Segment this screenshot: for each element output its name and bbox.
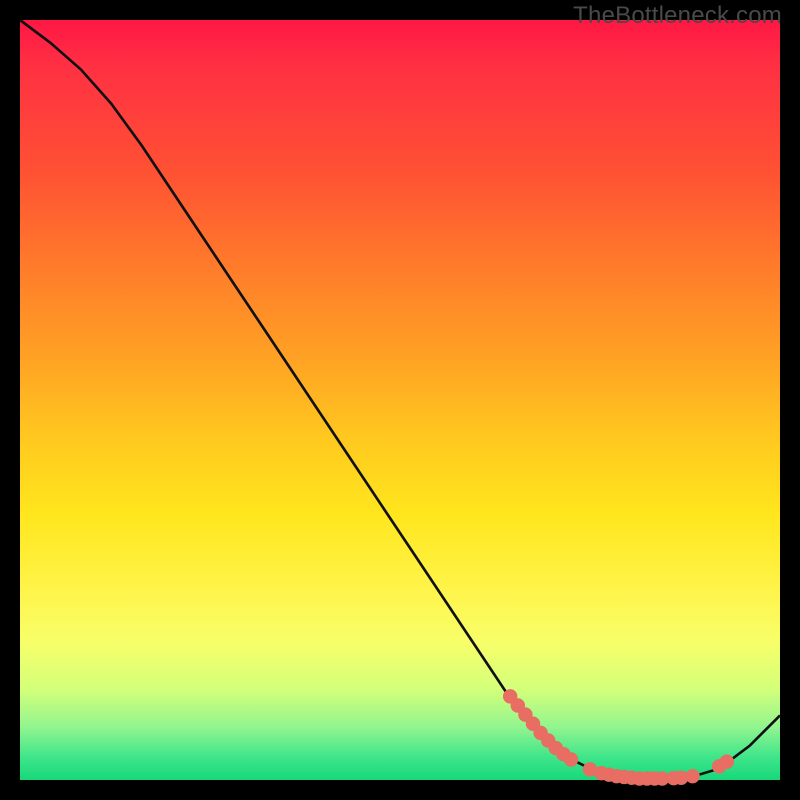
- bottleneck-curve: [20, 20, 780, 778]
- watermark-text: TheBottleneck.com: [573, 2, 782, 30]
- data-marker: [686, 769, 700, 783]
- data-marker: [720, 755, 734, 769]
- marker-group: [503, 690, 733, 786]
- chart-frame: TheBottleneck.com: [0, 0, 800, 800]
- curve-svg: [20, 20, 780, 780]
- plot-area: [20, 20, 780, 780]
- data-marker: [564, 753, 578, 767]
